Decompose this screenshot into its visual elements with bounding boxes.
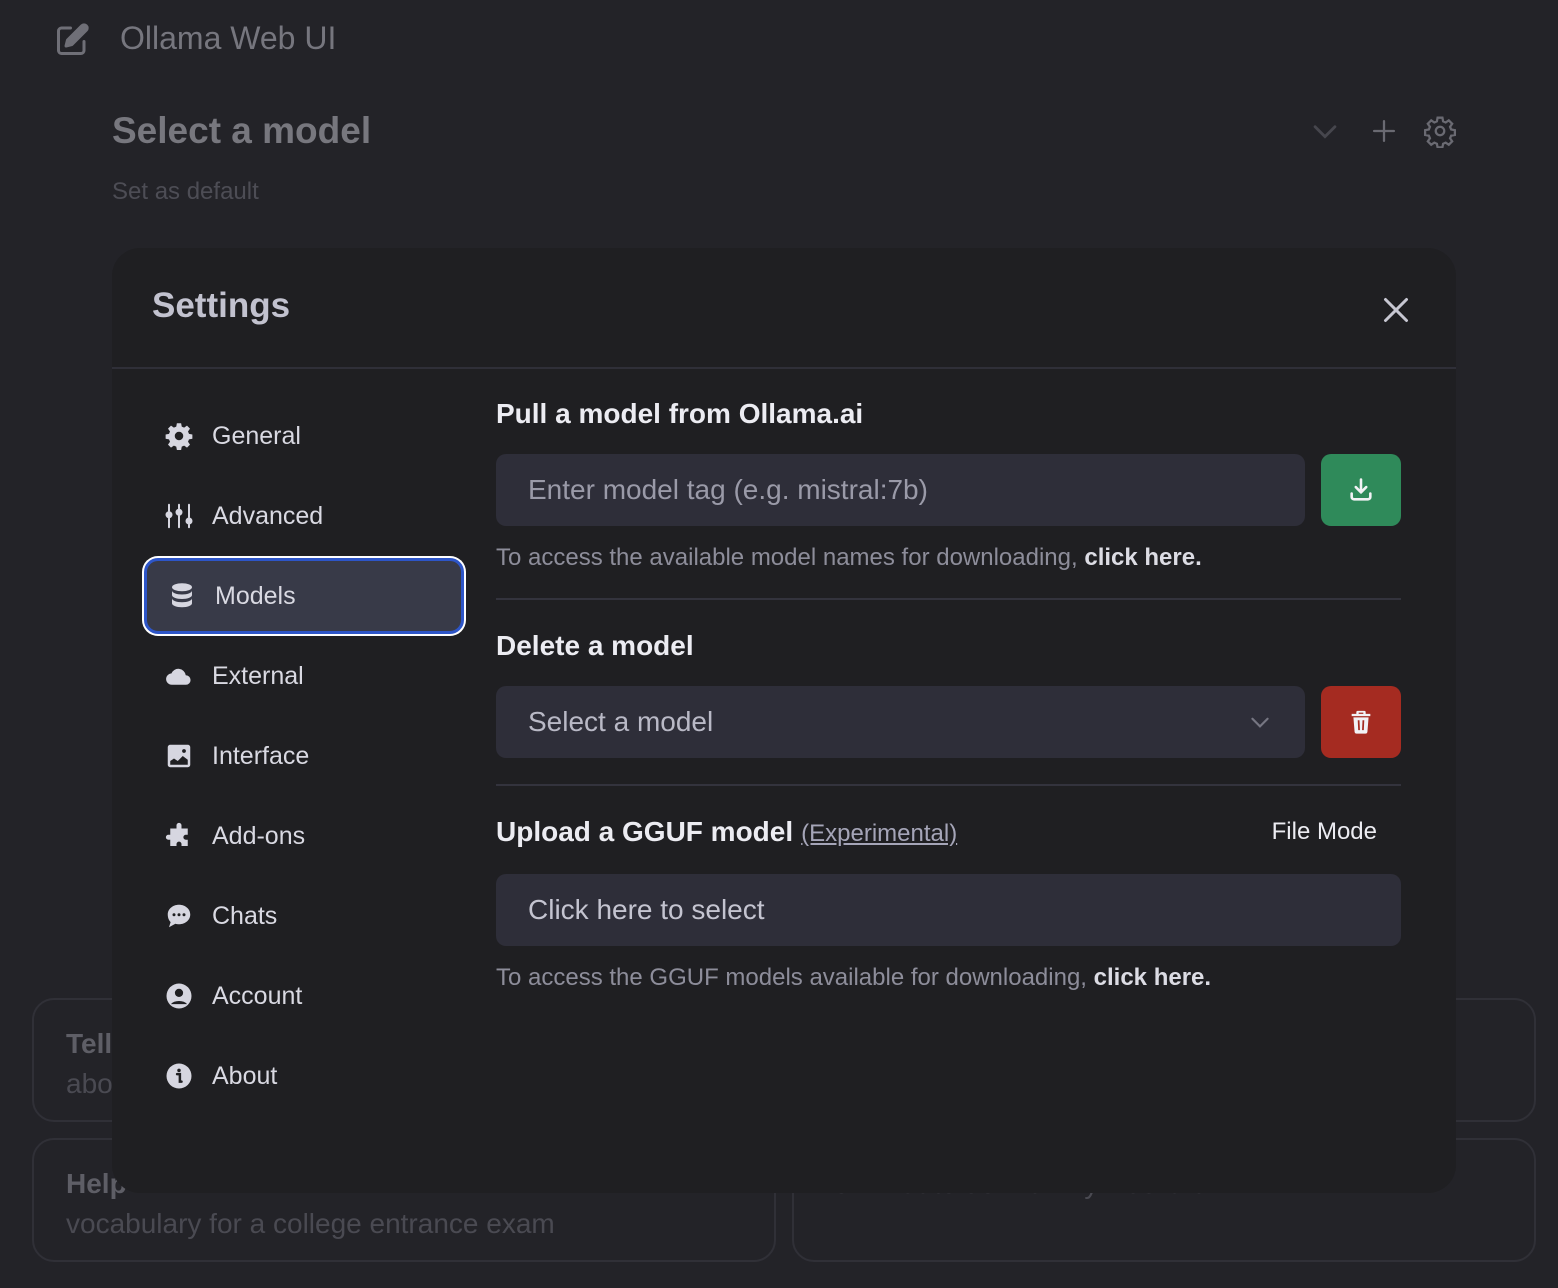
close-icon[interactable] — [1378, 292, 1414, 328]
new-chat-icon[interactable] — [54, 22, 90, 58]
chevron-down-icon[interactable] — [1308, 114, 1342, 148]
models-panel: Pull a model from Ollama.ai To access th… — [496, 398, 1401, 992]
model-selector-label[interactable]: Select a model — [112, 110, 371, 152]
image-icon — [167, 744, 191, 768]
gear-icon — [165, 423, 193, 450]
top-bar: Ollama Web UI — [0, 0, 1558, 80]
delete-model-title: Delete a model — [496, 630, 694, 661]
gguf-hint: To access the GGUF models available for … — [496, 964, 1212, 991]
pull-model-title: Pull a model from Ollama.ai — [496, 398, 864, 429]
download-icon — [1350, 478, 1372, 501]
settings-nav: General Advanced Models External Interfa… — [144, 398, 464, 1118]
plus-icon[interactable] — [1367, 114, 1401, 148]
nav-label: External — [212, 661, 304, 690]
nav-item-account[interactable]: Account — [144, 958, 464, 1034]
pull-hint: To access the available model names for … — [496, 544, 1202, 571]
app-title: Ollama Web UI — [120, 20, 337, 56]
cloud-icon — [166, 668, 191, 685]
divider — [496, 598, 1401, 600]
info-icon — [166, 1063, 192, 1089]
file-mode-toggle[interactable]: File Mode — [1272, 818, 1377, 846]
nav-item-chats[interactable]: Chats — [144, 878, 464, 954]
gear-icon[interactable] — [1423, 114, 1457, 148]
sliders-icon — [165, 503, 193, 529]
experimental-link[interactable]: (Experimental) — [801, 820, 957, 847]
user-circle-icon — [166, 983, 192, 1009]
chevron-down-icon — [1251, 717, 1269, 728]
nav-label: General — [212, 421, 301, 450]
nav-label: Add-ons — [212, 821, 306, 850]
nav-label: Chats — [212, 901, 278, 930]
model-tag-input[interactable] — [496, 454, 1305, 526]
nav-label: Interface — [212, 741, 310, 770]
nav-item-interface[interactable]: Interface — [144, 718, 464, 794]
gguf-models-link[interactable]: click here. — [1094, 964, 1211, 991]
nav-item-add-ons[interactable]: Add-ons — [144, 798, 464, 874]
nav-item-general[interactable]: General — [144, 398, 464, 474]
nav-item-external[interactable]: External — [144, 638, 464, 714]
model-names-link[interactable]: click here. — [1084, 544, 1201, 571]
nav-item-advanced[interactable]: Advanced — [144, 478, 464, 554]
database-icon — [172, 583, 192, 608]
divider — [496, 784, 1401, 786]
nav-label: Account — [212, 981, 303, 1010]
nav-item-about[interactable]: About — [144, 1038, 464, 1114]
trash-icon — [1351, 710, 1371, 734]
puzzle-icon — [165, 822, 188, 846]
nav-label: About — [212, 1061, 278, 1090]
delete-model-select[interactable]: Select a model — [496, 686, 1305, 758]
upload-gguf-title: Upload a GGUF model (Experimental) — [496, 816, 958, 847]
nav-label: Advanced — [212, 501, 324, 530]
delete-model-button[interactable] — [1321, 686, 1401, 758]
set-default-link[interactable]: Set as default — [112, 178, 259, 206]
modal-title: Settings — [152, 286, 291, 325]
selected-model: Select a model — [528, 706, 714, 737]
chat-bubble-icon — [167, 904, 191, 928]
modal-header: Settings — [112, 248, 1456, 369]
gguf-file-select[interactable]: Click here to select — [496, 874, 1401, 946]
nav-item-models[interactable]: Models — [144, 558, 464, 634]
settings-modal: Settings General Advanced Models Externa… — [112, 248, 1456, 1193]
nav-label: Models — [215, 581, 296, 610]
pull-model-button[interactable] — [1321, 454, 1401, 526]
